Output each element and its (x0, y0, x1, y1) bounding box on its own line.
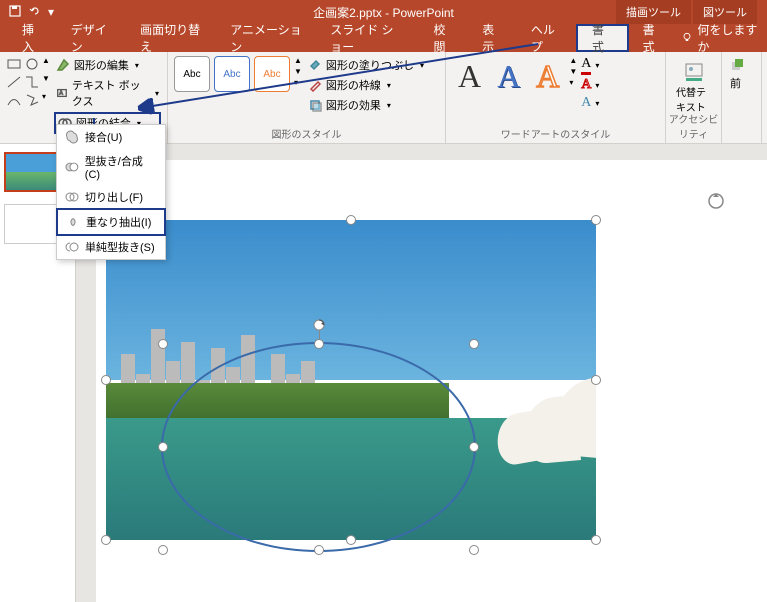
undo-icon[interactable] (28, 4, 42, 21)
text-box-icon: A (56, 86, 68, 100)
tab-format-drawing[interactable]: 書式 (576, 24, 629, 52)
combine-icon (65, 160, 79, 174)
merge-subtract[interactable]: 単純型抜き(S) (57, 235, 165, 259)
tab-help[interactable]: ヘルプ (517, 24, 576, 52)
subtract-icon (65, 240, 79, 254)
shape-outline-menu[interactable]: 図形の枠線▾ (306, 76, 426, 94)
oval-handle-t[interactable] (314, 339, 324, 349)
text-effects-icon: A (581, 95, 591, 111)
oval-handle-br[interactable] (469, 545, 479, 555)
wordart-gallery-more-icon[interactable]: ▾ (569, 78, 577, 87)
shape-effects-menu[interactable]: 図形の効果▾ (306, 96, 426, 114)
intersect-icon (66, 215, 80, 229)
tell-me[interactable]: 何をしますか (681, 21, 759, 55)
drawing-tools-tab[interactable]: 描画ツール (616, 0, 691, 24)
wordart-preset-3[interactable]: A (530, 56, 565, 97)
line-shape-icon[interactable] (6, 74, 22, 90)
tab-review[interactable]: 校閲 (420, 24, 469, 52)
qat-dropdown-icon[interactable]: ▾ (48, 5, 54, 19)
text-effects-menu[interactable]: A▾ (581, 95, 599, 111)
styles-gallery-down-icon[interactable]: ▼ (294, 67, 302, 76)
svg-text:A: A (59, 91, 63, 97)
tab-design[interactable]: デザイン (57, 24, 126, 52)
oval-rotate-handle[interactable] (312, 318, 326, 332)
resize-handle-r[interactable] (591, 375, 601, 385)
oval-handle-tr[interactable] (469, 339, 479, 349)
tab-view[interactable]: 表示 (468, 24, 517, 52)
pen-icon (308, 78, 322, 92)
alt-text-icon (682, 60, 706, 84)
merge-intersect[interactable]: 重なり抽出(I) (56, 208, 166, 236)
resize-handle-bl[interactable] (101, 535, 111, 545)
gallery-more-icon[interactable]: ▾ (42, 92, 46, 108)
oval-handle-bl[interactable] (158, 545, 168, 555)
gallery-down-icon[interactable]: ▼ (42, 74, 50, 90)
style-preset-3[interactable]: Abc (254, 56, 290, 92)
bring-front-icon (730, 58, 744, 72)
oval-shape[interactable] (161, 342, 476, 552)
curve-shape-icon[interactable] (6, 92, 22, 108)
gallery-up-icon[interactable]: ▲ (42, 56, 50, 72)
oval-handle-r[interactable] (469, 442, 479, 452)
slide-canvas[interactable] (96, 160, 767, 602)
text-box-menu[interactable]: A テキスト ボックス▾ (54, 76, 161, 110)
ribbon-tabs: 挿入 デザイン 画面切り替え アニメーション スライド ショー 校閲 表示 ヘル… (0, 24, 767, 52)
alt-text-button[interactable]: 代替テキスト (672, 56, 715, 118)
tab-slideshow[interactable]: スライド ショー (316, 24, 419, 52)
rect-shape-icon[interactable] (6, 56, 22, 72)
resize-handle-t[interactable] (346, 215, 356, 225)
group-label-shape-styles: 図形のスタイル (168, 126, 445, 141)
inserted-image[interactable] (106, 220, 596, 540)
text-outline-icon: A (581, 77, 591, 93)
fragment-icon (65, 190, 79, 204)
oval-handle-l[interactable] (158, 442, 168, 452)
tab-transition[interactable]: 画面切り替え (126, 24, 216, 52)
merge-union[interactable]: 接合(U) (57, 125, 165, 149)
slide-edit-area[interactable] (76, 144, 767, 602)
merge-fragment[interactable]: 切り出し(F) (57, 185, 165, 209)
oval-handle-b[interactable] (314, 545, 324, 555)
group-label-wordart: ワードアートのスタイル (446, 126, 665, 141)
elbow-shape-icon[interactable] (24, 74, 40, 90)
wordart-gallery-up-icon[interactable]: ▲ (569, 56, 577, 65)
shape-fill-menu[interactable]: 図形の塗りつぶし▾ (306, 56, 426, 74)
wordart-preset-1[interactable]: A (452, 56, 487, 97)
text-fill-menu[interactable]: A▾ (581, 56, 599, 75)
circle-shape-icon[interactable] (24, 56, 40, 72)
text-fill-icon: A (581, 56, 591, 75)
styles-gallery-more-icon[interactable]: ▾ (294, 78, 302, 87)
merge-combine[interactable]: 型抜き/合成(C) (57, 149, 165, 185)
oval-handle-tl[interactable] (158, 339, 168, 349)
bring-front-menu[interactable]: 前 (728, 56, 755, 93)
save-icon[interactable] (8, 4, 22, 21)
tab-insert[interactable]: 挿入 (8, 24, 57, 52)
wordart-preset-2[interactable]: A (491, 56, 526, 97)
resize-handle-tr[interactable] (591, 215, 601, 225)
edit-shape-menu[interactable]: 図形の編集▾ (54, 56, 161, 74)
merge-shapes-dropdown: 接合(U) 型抜き/合成(C) 切り出し(F) 重なり抽出(I) 単純型抜き(S… (56, 124, 166, 260)
lightbulb-icon (681, 31, 693, 45)
resize-handle-br[interactable] (591, 535, 601, 545)
picture-rotate-handle[interactable] (707, 192, 725, 213)
text-outline-menu[interactable]: A▾ (581, 77, 599, 93)
union-icon (65, 130, 79, 144)
tab-format-picture[interactable]: 書式 (629, 24, 678, 52)
resize-handle-l[interactable] (101, 375, 111, 385)
tab-animation[interactable]: アニメーション (216, 24, 316, 52)
style-preset-1[interactable]: Abc (174, 56, 210, 92)
picture-tools-tab[interactable]: 図ツール (693, 0, 757, 24)
title-bar: ▾ 企画案2.pptx - PowerPoint 描画ツール 図ツール (0, 0, 767, 24)
wordart-gallery-down-icon[interactable]: ▼ (569, 67, 577, 76)
style-preset-2[interactable]: Abc (214, 56, 250, 92)
edit-shape-icon (56, 58, 70, 72)
styles-gallery-up-icon[interactable]: ▲ (294, 56, 302, 65)
effects-icon (308, 98, 322, 112)
freeform-shape-icon[interactable] (24, 92, 40, 108)
paint-bucket-icon (308, 58, 322, 72)
group-label-accessibility: アクセシビリティ (666, 111, 721, 141)
window-title: 企画案2.pptx - PowerPoint (313, 4, 454, 21)
